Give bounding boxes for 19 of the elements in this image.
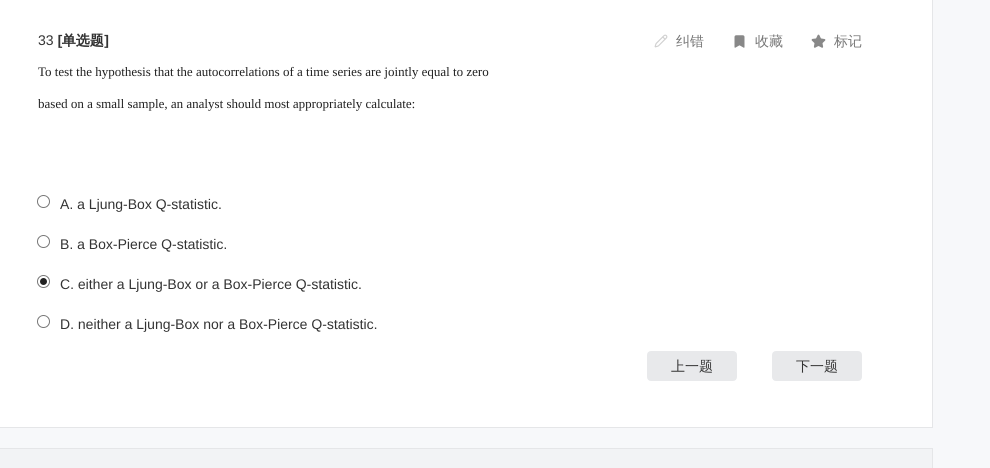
- pencil-icon: [654, 34, 668, 48]
- nav-button[interactable]: 下一题: [772, 351, 862, 381]
- question-text: To test the hypothesis that the autocorrelations of a time series are jointly equal to zero based on a small sample, an analyst should most appropriately calculate:: [38, 63, 490, 113]
- action-link[interactable]: 标记: [811, 30, 862, 52]
- answer-option[interactable]: D. neither a Ljung-Box nor a Box-Pierce Q-statistic.: [37, 304, 862, 344]
- action-link[interactable]: 纠错: [654, 30, 704, 52]
- bookmark-icon: [732, 34, 747, 48]
- radio-button[interactable]: [37, 194, 50, 208]
- question-number: 33: [38, 30, 54, 50]
- answer-option[interactable]: C. either a Ljung-Box or a Box-Pierce Q-statistic.: [37, 264, 862, 304]
- radio-button[interactable]: [37, 274, 50, 288]
- radio-button[interactable]: [37, 314, 50, 328]
- question-type: [单选题]: [58, 30, 109, 50]
- answer-option[interactable]: B. a Box-Pierce Q-statistic.: [37, 224, 862, 264]
- star-icon: [811, 34, 826, 48]
- action-link[interactable]: 收藏: [732, 30, 783, 52]
- radio-button[interactable]: [37, 234, 50, 248]
- nav-button[interactable]: 上一题: [647, 351, 737, 381]
- answer-option[interactable]: A. a Ljung-Box Q-statistic.: [37, 184, 862, 224]
